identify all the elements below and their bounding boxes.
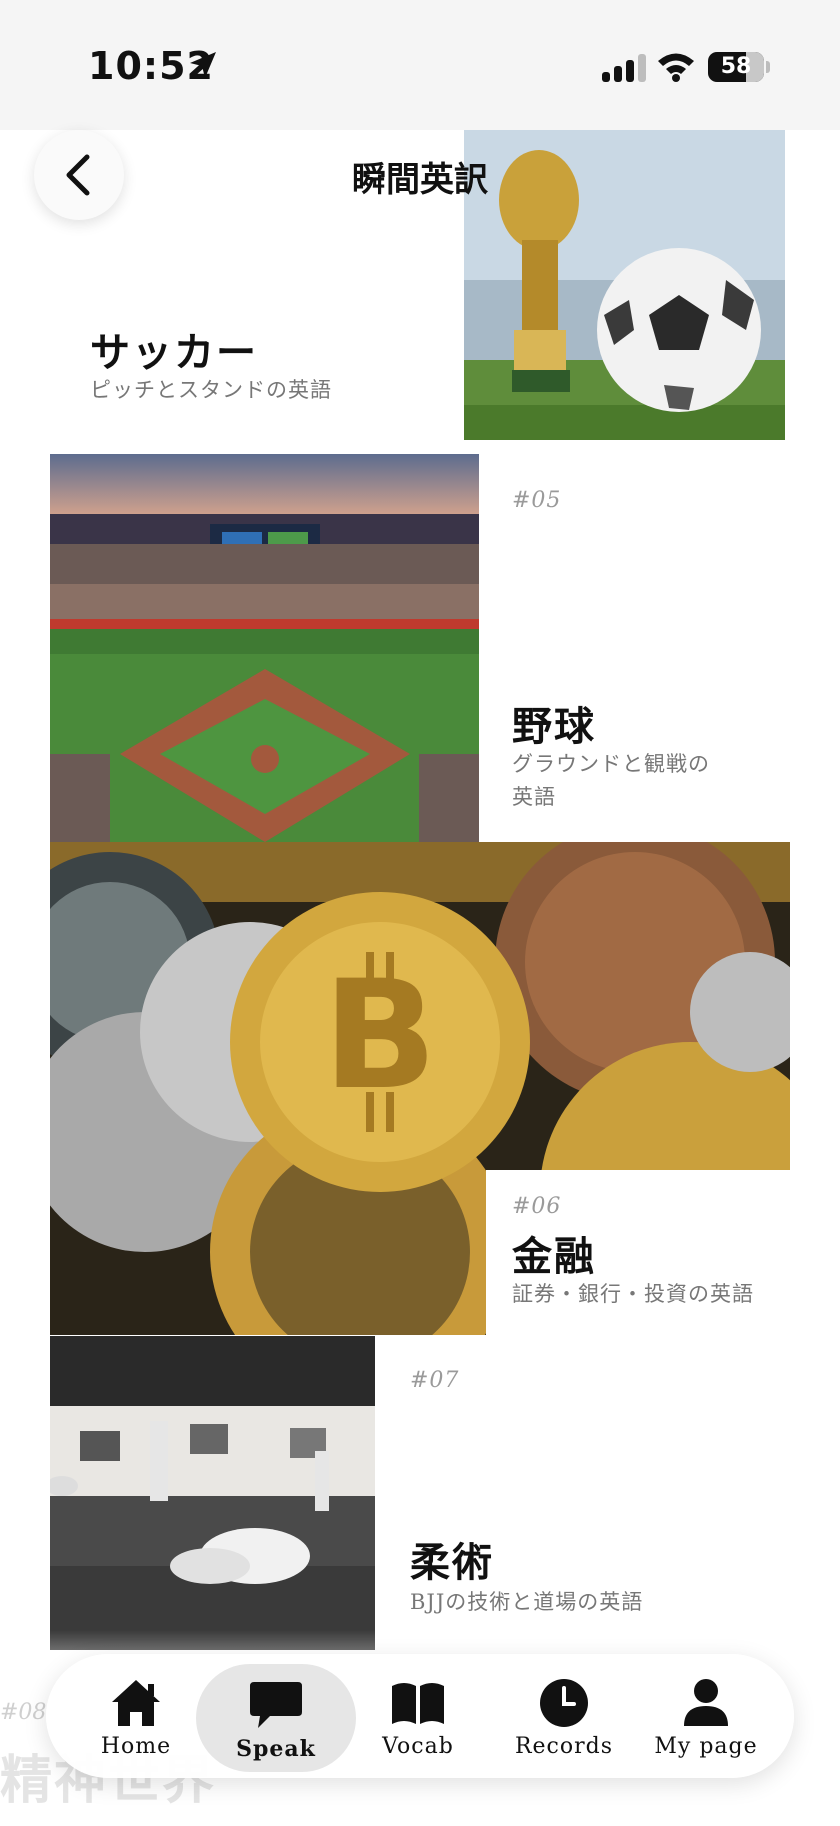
- tab-my-page[interactable]: My page: [640, 1654, 772, 1778]
- battery-percent: 58: [720, 54, 752, 79]
- tab-label: Vocab: [382, 1734, 454, 1759]
- tab-label: Home: [100, 1734, 172, 1759]
- status-bar: 10:52 58: [0, 0, 840, 130]
- category-number: #05: [512, 488, 562, 513]
- category-number: #07: [410, 1368, 460, 1393]
- subtitle-line-2: 英語: [512, 785, 556, 809]
- category-subtitle: BJJの技術と道場の英語: [410, 1590, 644, 1614]
- tab-label: My page: [654, 1734, 758, 1759]
- book-icon: [392, 1683, 444, 1724]
- category-title: 金融: [512, 1233, 596, 1280]
- category-subtitle: グラウンドと観戦の 英語: [512, 748, 710, 814]
- person-icon: [684, 1679, 728, 1726]
- baseball-stadium-image: [50, 454, 479, 842]
- category-subtitle: 証券・銀行・投資の英語: [512, 1282, 754, 1306]
- page-title: 瞬間英訳: [352, 160, 488, 200]
- category-number: #08: [0, 1700, 47, 1725]
- bottom-tab-bar: Home Speak Vocab Records My page: [46, 1654, 794, 1778]
- chat-bubble-icon: [250, 1682, 302, 1728]
- clock-icon: [540, 1679, 588, 1727]
- battery-indicator: 58: [708, 52, 764, 82]
- home-icon: [112, 1680, 160, 1726]
- tab-label: Records: [514, 1734, 614, 1759]
- location-arrow-icon: [190, 52, 216, 78]
- category-title: 柔術: [410, 1539, 494, 1586]
- svg-text:B: B: [323, 949, 437, 1123]
- tab-records[interactable]: Records: [494, 1654, 634, 1778]
- category-number: #06: [512, 1194, 562, 1219]
- tab-label: Speak: [236, 1736, 316, 1762]
- tab-speak[interactable]: Speak: [196, 1664, 356, 1772]
- category-title: 野球: [512, 703, 596, 750]
- tab-vocab[interactable]: Vocab: [356, 1654, 480, 1778]
- jiujitsu-dojo-image: [50, 1336, 375, 1650]
- category-title: サッカー: [90, 329, 258, 376]
- wifi-icon: [658, 53, 694, 82]
- subtitle-line-1: グラウンドと観戦の: [512, 752, 710, 776]
- battery-tip: [766, 61, 770, 73]
- category-subtitle: ピッチとスタンドの英語: [90, 378, 332, 402]
- tab-home[interactable]: Home: [74, 1654, 198, 1778]
- cellular-signal-icon: [602, 54, 646, 82]
